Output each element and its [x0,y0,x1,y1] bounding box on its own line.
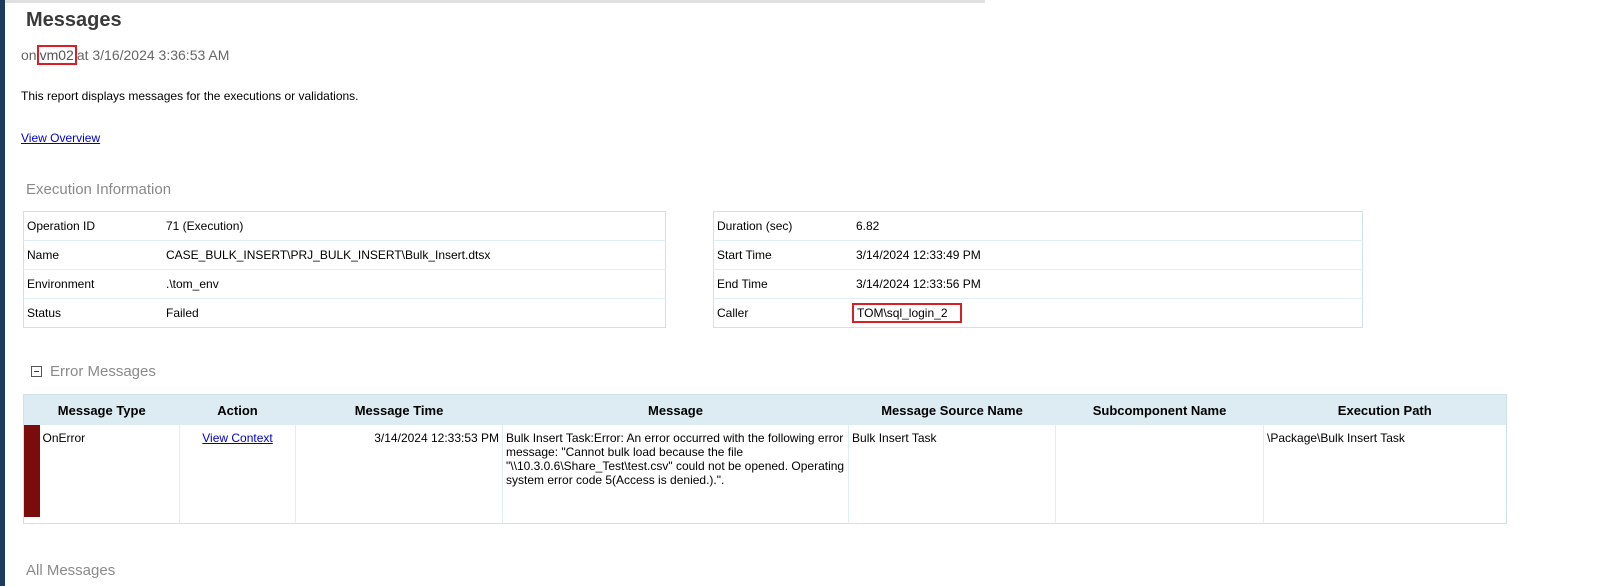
info-row: Status Failed [23,298,666,328]
info-row: Operation ID 71 (Execution) [23,211,666,241]
report-description: This report displays messages for the ex… [21,89,359,103]
info-row: Duration (sec) 6.82 [713,211,1363,241]
info-row: Name CASE_BULK_INSERT\PRJ_BULK_INSERT\Bu… [23,240,666,270]
top-divider [5,0,985,3]
duration-value: 6.82 [850,211,1363,241]
column-header-message-source-name[interactable]: Message Source Name [848,394,1056,425]
message-time-cell: 3/14/2024 12:33:53 PM [295,425,503,524]
info-row: Start Time 3/14/2024 12:33:49 PM [713,240,1363,270]
column-header-message[interactable]: Message [502,394,849,425]
info-label: End Time [713,269,850,299]
end-time-value: 3/14/2024 12:33:56 PM [850,269,1363,299]
execution-info-left-table: Operation ID 71 (Execution) Name CASE_BU… [23,211,666,328]
view-context-link[interactable]: View Context [202,431,272,445]
error-messages-table: Message Type Action Message Time Message… [23,394,1508,524]
subcomponent-cell [1055,425,1264,524]
info-row: Caller TOM\sql_login_2 [713,298,1363,328]
all-messages-heading: All Messages [26,562,116,579]
message-cell: Bulk Insert Task:Error: An error occurre… [502,425,849,524]
operation-id-value: 71 (Execution) [160,211,666,241]
info-row: End Time 3/14/2024 12:33:56 PM [713,269,1363,299]
subtitle-prefix: on [21,47,37,63]
column-header-subcomponent-name[interactable]: Subcomponent Name [1055,394,1264,425]
execution-path-cell: \Package\Bulk Insert Task [1263,425,1507,524]
severity-cell [24,425,40,524]
column-header-message-time[interactable]: Message Time [295,394,503,425]
info-label: Status [23,298,160,328]
view-overview-link[interactable]: View Overview [21,131,100,145]
error-severity-marker [24,425,40,517]
execution-info-right-table: Duration (sec) 6.82 Start Time 3/14/2024… [713,211,1363,328]
server-name-highlight: vm02 [36,45,77,65]
table-header-row: Message Type Action Message Time Message… [23,394,1507,425]
table-row: OnError View Context 3/14/2024 12:33:53 … [24,425,1507,524]
message-source-cell: Bulk Insert Task [848,425,1056,524]
package-name-value: CASE_BULK_INSERT\PRJ_BULK_INSERT\Bulk_In… [160,240,666,270]
caller-value: TOM\sql_login_2 [852,303,962,323]
message-type-cell: OnError [42,431,86,445]
server-name: vm02 [39,47,74,63]
info-label: Operation ID [23,211,160,241]
error-messages-header: Error Messages [31,363,156,380]
left-edge-bar [0,0,5,586]
info-label: Name [23,240,160,270]
start-time-value: 3/14/2024 12:33:49 PM [850,240,1363,270]
collapse-icon[interactable] [31,366,42,377]
info-row: Environment .\tom_env [23,269,666,299]
info-label: Duration (sec) [713,211,850,241]
page-title: Messages [26,9,122,31]
environment-value: .\tom_env [160,269,666,299]
column-header-message-type[interactable]: Message Type [23,394,180,425]
status-value: Failed [166,306,199,320]
column-header-execution-path[interactable]: Execution Path [1263,394,1507,425]
info-label: Environment [23,269,160,299]
subtitle-timestamp: at 3/16/2024 3:36:53 AM [76,47,230,63]
caller-cell: TOM\sql_login_2 [850,299,1363,328]
error-messages-heading: Error Messages [50,363,156,380]
info-label: Caller [713,298,850,328]
column-header-action[interactable]: Action [179,394,296,425]
info-label: Start Time [713,240,850,270]
report-subtitle: on vm02 at 3/16/2024 3:36:53 AM [21,45,230,65]
action-cell: View Context [179,425,296,524]
execution-information-heading: Execution Information [26,181,172,198]
